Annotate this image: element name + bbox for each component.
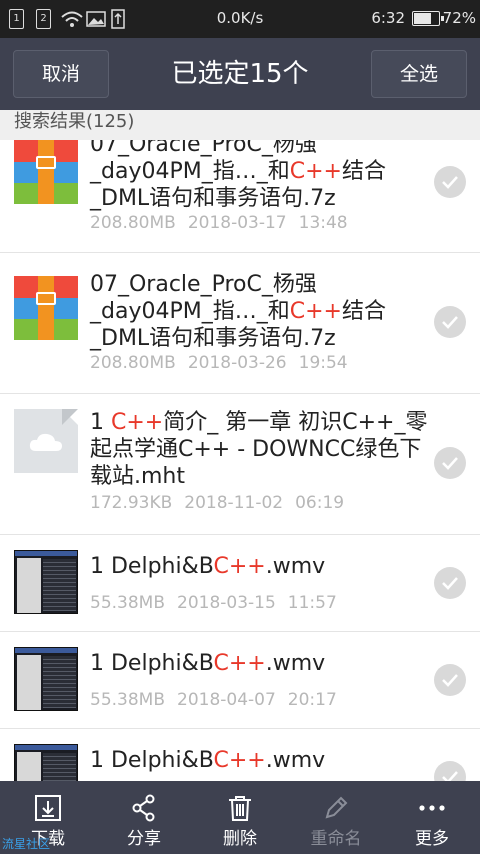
more-label: 更多 xyxy=(415,829,449,849)
trash-icon xyxy=(229,796,251,821)
file-meta: 208.80MB 2018-03-17 13:48 xyxy=(90,213,348,233)
status-bar: 1 2 0.0K/s 6:32 72% xyxy=(0,0,480,38)
list-item[interactable]: 1 Delphi&BC++.wmv 55.38MB 2018-04-07 20:17 xyxy=(0,632,480,729)
file-list[interactable]: 07_Oracle_ProC_杨强_day04PM_指…_和C++结合_DML语… xyxy=(0,110,480,781)
video-thumbnail xyxy=(14,550,78,614)
watermark: 流星社区 xyxy=(2,837,51,851)
video-thumbnail xyxy=(14,744,78,781)
battery-icon xyxy=(412,11,444,26)
list-item[interactable]: 1 Delphi&BC++.wmv xyxy=(0,729,480,781)
cancel-button[interactable]: 取消 xyxy=(13,50,109,98)
selected-check-icon[interactable] xyxy=(434,306,466,338)
selected-check-icon[interactable] xyxy=(434,664,466,696)
rename-label: 重命名 xyxy=(310,829,362,849)
more-dots-icon xyxy=(419,805,445,811)
selection-header: 取消 已选定15个 全选 xyxy=(0,38,480,110)
download-icon xyxy=(35,795,61,821)
battery-percent: 72% xyxy=(442,9,476,27)
cloud-icon xyxy=(29,433,62,451)
list-item[interactable]: 1 Delphi&BC++.wmv 55.38MB 2018-03-15 11:57 xyxy=(0,535,480,632)
file-meta: 55.38MB 2018-04-07 20:17 xyxy=(90,690,337,710)
file-name: 1 C++简介_ 第一章 初识C++_零起点学通C++ - DOWNCC绿色下载… xyxy=(90,410,428,489)
file-name: 1 Delphi&BC++.wmv xyxy=(90,554,326,579)
select-all-button[interactable]: 全选 xyxy=(371,50,467,98)
video-thumbnail xyxy=(14,647,78,711)
pencil-icon xyxy=(325,796,348,819)
selected-check-icon[interactable] xyxy=(434,567,466,599)
bottom-action-bar: 下载 分享 删除 重命名 更多 流星社区 xyxy=(0,781,480,854)
file-meta: 208.80MB 2018-03-26 19:54 xyxy=(90,353,348,373)
list-item[interactable]: 1 C++简介_ 第一章 初识C++_零起点学通C++ - DOWNCC绿色下载… xyxy=(0,394,480,535)
file-meta: 172.93KB 2018-11-02 06:19 xyxy=(90,493,345,513)
delete-label: 删除 xyxy=(223,829,257,849)
delete-button[interactable]: 删除 xyxy=(192,781,288,854)
file-name: 1 Delphi&BC++.wmv xyxy=(90,748,326,773)
file-name: 1 Delphi&BC++.wmv xyxy=(90,651,326,676)
selected-check-icon[interactable] xyxy=(434,761,466,781)
file-name: 07_Oracle_ProC_杨强_day04PM_指…_和C++结合_DML语… xyxy=(90,132,386,211)
selected-check-icon[interactable] xyxy=(434,447,466,479)
share-button[interactable]: 分享 xyxy=(96,781,192,854)
document-file-icon xyxy=(14,409,78,473)
network-speed: 0.0K/s xyxy=(216,9,264,27)
archive-file-icon xyxy=(14,276,78,340)
more-button[interactable]: 更多 xyxy=(384,781,480,854)
archive-file-icon xyxy=(14,140,78,204)
list-item[interactable]: 07_Oracle_ProC_杨强_day04PM_指…_和C++结合_DML语… xyxy=(0,253,480,394)
search-results-header: 搜索结果(125) xyxy=(0,110,480,140)
rename-button[interactable]: 重命名 xyxy=(288,781,384,854)
selected-check-icon[interactable] xyxy=(434,166,466,198)
share-label: 分享 xyxy=(127,829,161,849)
page-title: 已选定15个 xyxy=(171,59,309,89)
file-meta: 55.38MB 2018-03-15 11:57 xyxy=(90,593,337,613)
clock: 6:32 xyxy=(371,9,405,27)
file-name: 07_Oracle_ProC_杨强_day04PM_指…_和C++结合_DML语… xyxy=(90,272,386,351)
share-icon xyxy=(132,794,155,822)
